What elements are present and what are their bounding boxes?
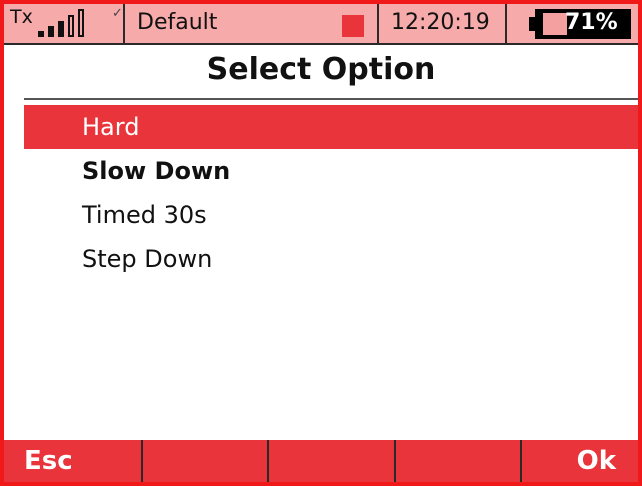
ok-button[interactable]: Ok xyxy=(522,440,638,482)
battery-cell: 71% xyxy=(507,4,638,43)
option-hard[interactable]: Hard xyxy=(24,105,638,149)
softkey-3[interactable] xyxy=(269,440,396,482)
option-step-down[interactable]: Step Down xyxy=(24,237,638,281)
model-status-square-icon xyxy=(342,15,364,37)
signal-bar-2 xyxy=(48,26,54,37)
battery-percent: 71% xyxy=(565,10,618,35)
page-title: Select Option xyxy=(206,52,436,87)
device-screen: Tx ✓ Default 12:20:19 71% Select Option … xyxy=(0,0,642,486)
battery-level-fill xyxy=(543,13,567,35)
signal-bar-3 xyxy=(58,21,64,37)
signal-bar-4 xyxy=(68,15,74,37)
signal-bar-5 xyxy=(78,9,84,37)
clock-time: 12:20:19 xyxy=(391,10,490,35)
title-divider xyxy=(24,98,638,100)
model-cell: Default xyxy=(125,4,379,43)
option-slow-down[interactable]: Slow Down xyxy=(24,149,638,193)
status-bar: Tx ✓ Default 12:20:19 71% xyxy=(4,4,638,45)
signal-bar-1 xyxy=(38,31,44,37)
esc-button[interactable]: Esc xyxy=(4,440,143,482)
check-icon: ✓ xyxy=(112,6,123,21)
softkey-bar: Esc Ok xyxy=(4,440,638,482)
softkey-2[interactable] xyxy=(143,440,269,482)
clock-cell: 12:20:19 xyxy=(379,4,507,43)
tx-label: Tx xyxy=(10,6,33,28)
option-list: Hard Slow Down Timed 30s Step Down xyxy=(24,105,638,281)
softkey-4[interactable] xyxy=(396,440,522,482)
option-timed-30s[interactable]: Timed 30s xyxy=(24,193,638,237)
tx-signal-indicator: Tx ✓ xyxy=(4,4,125,43)
model-name: Default xyxy=(137,10,218,35)
